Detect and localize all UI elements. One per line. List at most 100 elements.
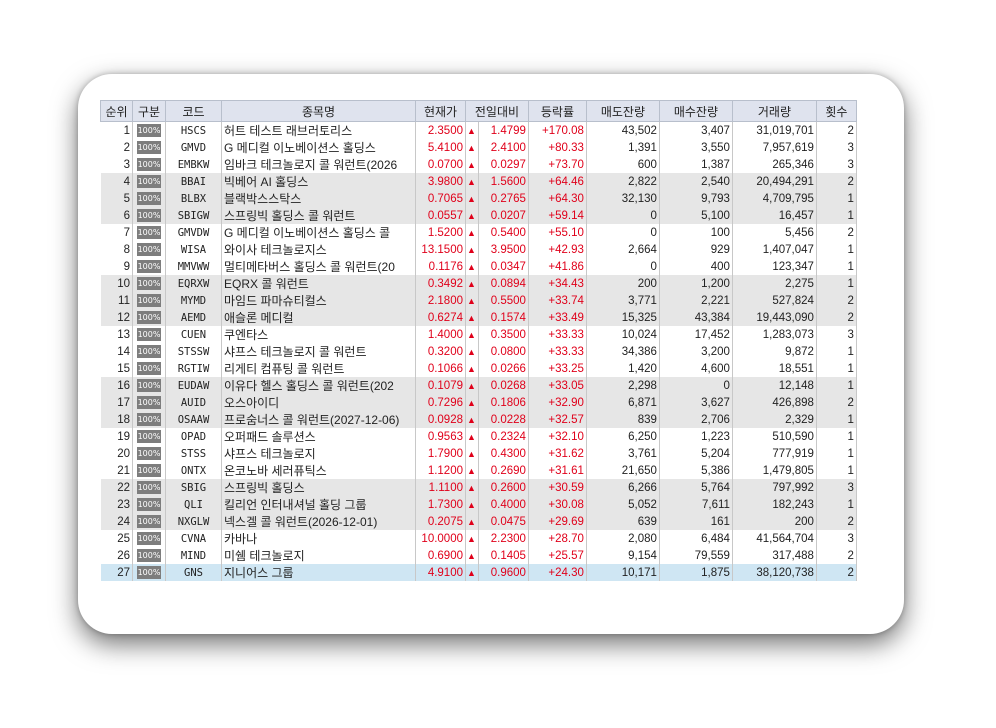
market-cell: 100% bbox=[132, 241, 166, 258]
change-rate: +32.10 bbox=[528, 428, 587, 445]
bid-quantity: 79,559 bbox=[659, 547, 733, 564]
current-price: 0.1066 bbox=[415, 360, 466, 377]
table-row[interactable]: 16 100% EUDAW 이유다 헬스 홀딩스 콜 워런트(202 0.1079 ▲ 0.… bbox=[100, 377, 857, 394]
col-header-type[interactable]: 구분 bbox=[132, 100, 166, 122]
table-row[interactable]: 7 100% GMVDW G 메디컬 이노베이션스 홀딩스 콜 1.5200 ▲ 0.540… bbox=[100, 224, 857, 241]
market-badge: 100% bbox=[137, 447, 161, 460]
table-row[interactable]: 26 100% MIND 미쉠 테크놀로지 0.6900 ▲ 0.1405 +25.57 9,1… bbox=[100, 547, 857, 564]
table-row[interactable]: 22 100% SBIG 스프링빅 홀딩스 1.1100 ▲ 0.2600 +30.59 6,2… bbox=[100, 479, 857, 496]
table-row[interactable]: 20 100% STSS 샤프스 테크놀로지 1.7900 ▲ 0.4300 +31.62 3,… bbox=[100, 445, 857, 462]
col-header-change[interactable]: 전일대비 bbox=[465, 100, 529, 122]
table-row[interactable]: 4 100% BBAI 빅베어 AI 홀딩스 3.9800 ▲ 1.5600 +64.46 2,… bbox=[100, 173, 857, 190]
stock-name: 스프링빅 홀딩스 bbox=[221, 479, 416, 496]
col-header-count[interactable]: 횟수 bbox=[815, 100, 857, 122]
up-arrow-icon: ▲ bbox=[465, 496, 479, 513]
row-rank: 25 bbox=[100, 530, 133, 547]
trade-volume: 1,283,073 bbox=[732, 326, 817, 343]
market-cell: 100% bbox=[132, 121, 166, 139]
table-row[interactable]: 21 100% ONTX 온코노바 세러퓨틱스 1.1200 ▲ 0.2690 +31.61 2… bbox=[100, 462, 857, 479]
trade-volume: 19,443,090 bbox=[732, 309, 817, 326]
price-change: 0.1405 bbox=[478, 547, 529, 564]
trade-volume: 38,120,738 bbox=[732, 564, 817, 581]
market-badge: 100% bbox=[137, 328, 161, 341]
col-header-rate[interactable]: 등락률 bbox=[527, 100, 587, 122]
stock-code: CUEN bbox=[165, 326, 222, 343]
bid-quantity: 9,793 bbox=[659, 190, 733, 207]
stock-name: 온코노바 세러퓨틱스 bbox=[221, 462, 416, 479]
current-price: 0.1079 bbox=[415, 377, 466, 394]
market-badge: 100% bbox=[137, 294, 161, 307]
table-row[interactable]: 3 100% EMBKW 임바크 테크놀로지 콜 워런트(2026 0.0700 ▲ 0.0… bbox=[100, 156, 857, 173]
up-arrow-icon: ▲ bbox=[465, 139, 479, 156]
col-header-rank[interactable]: 순위 bbox=[100, 100, 133, 122]
trade-volume: 777,919 bbox=[732, 445, 817, 462]
bid-quantity: 1,223 bbox=[659, 428, 733, 445]
price-change: 0.5400 bbox=[478, 224, 529, 241]
ask-quantity: 32,130 bbox=[586, 190, 660, 207]
price-change: 0.1806 bbox=[478, 394, 529, 411]
ask-quantity: 34,386 bbox=[586, 343, 660, 360]
table-row[interactable]: 6 100% SBIGW 스프링빅 홀딩스 콜 워런트 0.0557 ▲ 0.0207 +59… bbox=[100, 207, 857, 224]
price-change: 0.5500 bbox=[478, 292, 529, 309]
col-header-bid[interactable]: 매수잔량 bbox=[658, 100, 733, 122]
up-arrow-icon: ▲ bbox=[465, 156, 479, 173]
col-header-code[interactable]: 코드 bbox=[165, 100, 222, 122]
bid-quantity: 3,550 bbox=[659, 139, 733, 156]
ask-quantity: 0 bbox=[586, 224, 660, 241]
table-row[interactable]: 9 100% MMVWW 멀티메타버스 홀딩스 콜 워런트(20 0.1176 ▲ 0.03… bbox=[100, 258, 857, 275]
table-row[interactable]: 11 100% MYMD 마임드 파마슈티컬스 2.1800 ▲ 0.5500 +33.74 3… bbox=[100, 292, 857, 309]
current-price: 0.7065 bbox=[415, 190, 466, 207]
table-row[interactable]: 17 100% AUID 오스아이디 0.7296 ▲ 0.1806 +32.90 6,871 3… bbox=[100, 394, 857, 411]
table-row[interactable]: 10 100% EQRXW EQRX 콜 워런트 0.3492 ▲ 0.0894 +34.43… bbox=[100, 275, 857, 292]
row-rank: 13 bbox=[100, 326, 133, 343]
change-rate: +24.30 bbox=[528, 564, 587, 581]
ask-quantity: 10,024 bbox=[586, 326, 660, 343]
stock-name: 이유다 헬스 홀딩스 콜 워런트(202 bbox=[221, 377, 416, 394]
table-row[interactable]: 27 100% GNS 지니어스 그룹 4.9100 ▲ 0.9600 +24.30 10,17… bbox=[100, 564, 857, 581]
col-header-name[interactable]: 종목명 bbox=[221, 100, 416, 122]
current-price: 0.6900 bbox=[415, 547, 466, 564]
col-header-price[interactable]: 현재가 bbox=[415, 100, 466, 122]
stock-code: CVNA bbox=[165, 530, 222, 547]
stock-name: 지니어스 그룹 bbox=[221, 564, 416, 581]
bid-quantity: 2,706 bbox=[659, 411, 733, 428]
current-price: 0.9563 bbox=[415, 428, 466, 445]
trade-count: 2 bbox=[816, 224, 857, 241]
ask-quantity: 0 bbox=[586, 258, 660, 275]
table-row[interactable]: 15 100% RGTIW 리게티 컴퓨팅 콜 워런트 0.1066 ▲ 0.0266 +33… bbox=[100, 360, 857, 377]
table-row[interactable]: 19 100% OPAD 오퍼패드 솔루션스 0.9563 ▲ 0.2324 +32.10 6,… bbox=[100, 428, 857, 445]
table-row[interactable]: 14 100% STSSW 샤프스 테크놀로지 콜 워런트 0.3200 ▲ 0.0800 +… bbox=[100, 343, 857, 360]
market-badge: 100% bbox=[137, 498, 161, 511]
table-row[interactable]: 25 100% CVNA 카바나 10.0000 ▲ 2.2300 +28.70 2,080 6,… bbox=[100, 530, 857, 547]
stock-code: EUDAW bbox=[165, 377, 222, 394]
bid-quantity: 1,875 bbox=[659, 564, 733, 581]
ranking-table-viewport[interactable]: 순위 구분 코드 종목명 현재가 전일대비 등락률 매도잔량 매수잔량 거래량 … bbox=[100, 100, 874, 608]
col-header-volume[interactable]: 거래량 bbox=[731, 100, 817, 122]
trade-count: 3 bbox=[816, 139, 857, 156]
bid-quantity: 5,386 bbox=[659, 462, 733, 479]
col-header-ask[interactable]: 매도잔량 bbox=[585, 100, 660, 122]
ask-quantity: 21,650 bbox=[586, 462, 660, 479]
table-row[interactable]: 2 100% GMVD G 메디컬 이노베이션스 홀딩스 5.4100 ▲ 2.4100 +8… bbox=[100, 139, 857, 156]
table-row[interactable]: 24 100% NXGLW 넥스겔 콜 워런트(2026-12-01) 0.2075 ▲ 0… bbox=[100, 513, 857, 530]
table-row[interactable]: 13 100% CUEN 쿠엔타스 1.4000 ▲ 0.3500 +33.33 10,024 1… bbox=[100, 326, 857, 343]
trade-volume: 200 bbox=[732, 513, 817, 530]
table-row[interactable]: 18 100% OSAAW 프로숨너스 콜 워런트(2027-12-06) 0.0928… bbox=[100, 411, 857, 428]
row-rank: 5 bbox=[100, 190, 133, 207]
market-badge: 100% bbox=[137, 396, 161, 409]
stock-code: MYMD bbox=[165, 292, 222, 309]
table-row[interactable]: 23 100% QLI 킬리언 인터내셔널 홀딩 그룹 1.7300 ▲ 0.4000 +30… bbox=[100, 496, 857, 513]
change-rate: +29.69 bbox=[528, 513, 587, 530]
trade-count: 2 bbox=[816, 547, 857, 564]
change-rate: +73.70 bbox=[528, 156, 587, 173]
row-rank: 20 bbox=[100, 445, 133, 462]
row-rank: 15 bbox=[100, 360, 133, 377]
table-row[interactable]: 1 100% HSCS 허트 테스트 래브러토리스 2.3500 ▲ 1.4799 +170.… bbox=[100, 121, 857, 139]
table-row[interactable]: 5 100% BLBX 블랙박스스탁스 0.7065 ▲ 0.2765 +64.30 32,13… bbox=[100, 190, 857, 207]
price-change: 0.2765 bbox=[478, 190, 529, 207]
current-price: 0.0700 bbox=[415, 156, 466, 173]
change-rate: +33.33 bbox=[528, 326, 587, 343]
up-arrow-icon: ▲ bbox=[465, 173, 479, 190]
table-row[interactable]: 8 100% WISA 와이사 테크놀로지스 13.1500 ▲ 3.9500 +42.93 2… bbox=[100, 241, 857, 258]
table-row[interactable]: 12 100% AEMD 애슬론 메디컬 0.6274 ▲ 0.1574 +33.49 15,3… bbox=[100, 309, 857, 326]
